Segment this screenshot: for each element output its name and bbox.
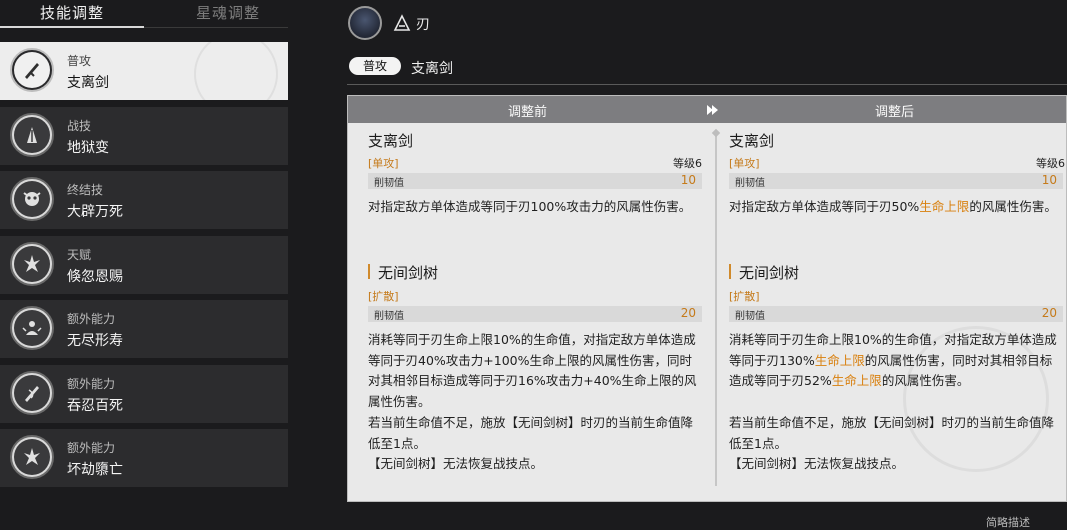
subskill-title: 无间剑树 bbox=[368, 262, 438, 283]
skill-name-label: 大辟万死 bbox=[67, 204, 123, 220]
toughness-label: 削韧值 bbox=[735, 311, 765, 322]
tab-eidolon-adjust[interactable]: 星魂调整 bbox=[196, 2, 260, 23]
subskill-note: 【无间剑树】无法恢复战技点。 bbox=[368, 456, 544, 471]
toughness-value: 10 bbox=[1041, 173, 1057, 187]
tab-skill-adjust[interactable]: 技能调整 bbox=[40, 2, 104, 23]
skill-type-label: 额外能力 bbox=[67, 312, 116, 326]
skill-title: 支离剑 bbox=[729, 132, 775, 150]
skill-name-label: 支离剑 bbox=[67, 75, 109, 91]
highlight-text: 生命上限 bbox=[814, 352, 865, 368]
toughness-row: 削韧值 10 bbox=[368, 173, 702, 189]
character-name: 刃 bbox=[416, 17, 430, 33]
skill-name-label: 倏忽恩赐 bbox=[67, 268, 123, 285]
skill-type-label: 额外能力 bbox=[67, 441, 116, 455]
skill-name-label: 地狱变 bbox=[67, 139, 109, 156]
subskill-header: 无间剑树 bbox=[723, 259, 1066, 285]
toughness-row: 削韧值 20 bbox=[729, 306, 1063, 322]
demon-mask-icon bbox=[10, 177, 54, 221]
skill-name-label: 坏劫隳亡 bbox=[67, 462, 123, 478]
toughness-value: 20 bbox=[1041, 306, 1057, 320]
talent-icon bbox=[10, 241, 54, 286]
trace-icon bbox=[10, 435, 54, 479]
header-divider bbox=[347, 84, 1067, 85]
skill-type-badge: 普攻 bbox=[349, 57, 401, 75]
attack-type-tag: [单攻] bbox=[368, 157, 399, 170]
character-avatar bbox=[348, 6, 382, 40]
toughness-value: 20 bbox=[680, 306, 696, 320]
skill-title: 支离剑 bbox=[368, 132, 414, 150]
attack-type-tag: [扩散] bbox=[368, 290, 399, 303]
active-tab-underline bbox=[0, 26, 144, 28]
toughness-row: 削韧值 20 bbox=[368, 306, 702, 322]
skill-item-talent[interactable]: 天赋 倏忽恩赐 bbox=[0, 235, 288, 294]
skill-type-label: 终结技 bbox=[67, 183, 104, 197]
skill-type-label: 额外能力 bbox=[67, 376, 116, 391]
comparison-panel: 调整前 调整后 支离剑 [单攻] 等级6 削韧值 10 对指定敌方单体造成等同于… bbox=[347, 95, 1067, 502]
description-text: 的风属性伤害。 bbox=[881, 373, 970, 388]
skill-tab-bar: 技能调整 星魂调整 bbox=[0, 0, 288, 30]
skill-description: 对指定敌方单体造成等同于刃100%攻击力的风属性伤害。 bbox=[368, 199, 692, 214]
skill-item-trace-1[interactable]: 额外能力 无尽形寿 bbox=[0, 300, 288, 358]
skill-type-label: 普攻 bbox=[67, 54, 92, 68]
skill-item-basic-attack[interactable]: 普攻 支离剑 bbox=[0, 42, 288, 100]
subskill-note: 若当前生命值不足，施放【无间剑树】时刃的当前生命值降低至1点。 bbox=[729, 415, 1055, 451]
highlight-text: 生命上限 bbox=[919, 199, 970, 214]
toughness-value: 10 bbox=[680, 173, 696, 187]
selected-skill-name: 支离剑 bbox=[411, 61, 453, 77]
subskill-note: 若当前生命值不足，施放【无间剑树】时刃的当前生命值降低至1点。 bbox=[368, 415, 694, 451]
tab-divider bbox=[144, 27, 288, 28]
skill-item-ultimate[interactable]: 终结技 大辟万死 bbox=[0, 171, 288, 229]
skill-level: 等级6 bbox=[673, 157, 702, 170]
skill-item-trace-2[interactable]: 额外能力 吞忍百死 bbox=[0, 364, 288, 423]
destruction-path-icon bbox=[393, 14, 411, 31]
skill-list: 普攻 支离剑 战技 地狱变 终结技 大辟万死 天赋 倏忽恩赐 额外能力 无尽形寿… bbox=[0, 42, 288, 494]
arrow-right-icon bbox=[707, 105, 718, 115]
toughness-row: 削韧值 10 bbox=[729, 173, 1063, 189]
skill-level: 等级6 bbox=[1036, 157, 1065, 170]
description-text: 的风属性伤害。 bbox=[969, 199, 1057, 214]
skill-name-label: 无尽形寿 bbox=[67, 333, 123, 349]
subskill-header: 无间剑树 bbox=[362, 259, 707, 285]
subskill-title: 无间剑树 bbox=[729, 262, 799, 283]
subskill-description: 消耗等同于刃生命上限10%的生命值，对指定敌方单体造成等同于刃40%攻击力+10… bbox=[368, 332, 697, 409]
highlight-text: 生命上限 bbox=[831, 373, 882, 388]
toughness-label: 削韧值 bbox=[735, 178, 765, 189]
sword-wrap-icon bbox=[10, 370, 54, 415]
skill-type-label: 战技 bbox=[67, 118, 92, 133]
subskill-description: 消耗等同于刃生命上限10%的生命值，对指定敌方单体造成等同于刃130%生命上限的… bbox=[729, 330, 1063, 392]
emblem-watermark bbox=[194, 42, 278, 100]
flame-blade-icon bbox=[10, 112, 54, 157]
column-divider bbox=[715, 136, 717, 486]
comparison-header: 调整前 调整后 bbox=[348, 96, 1066, 123]
before-label: 调整前 bbox=[508, 105, 548, 120]
attack-type-tag: [单攻] bbox=[729, 157, 760, 170]
after-label: 调整后 bbox=[875, 105, 915, 120]
sword-skill-icon bbox=[10, 48, 54, 92]
skill-item-trace-3[interactable]: 额外能力 坏劫隳亡 bbox=[0, 429, 288, 487]
skill-name-label: 吞忍百死 bbox=[67, 397, 123, 414]
brief-description-toggle[interactable]: 简略描述 bbox=[986, 514, 1030, 530]
toughness-label: 削韧值 bbox=[374, 178, 404, 189]
toughness-label: 削韧值 bbox=[374, 311, 404, 322]
description-text: 对指定敌方单体造成等同于刃50% bbox=[729, 199, 920, 214]
subskill-note: 【无间剑树】无法恢复战技点。 bbox=[729, 456, 905, 471]
attack-type-tag: [扩散] bbox=[729, 290, 760, 303]
skill-item-skill[interactable]: 战技 地狱变 bbox=[0, 106, 288, 165]
skill-type-label: 天赋 bbox=[67, 247, 92, 262]
skill-description: 对指定敌方单体造成等同于刃50%生命上限的风属性伤害。 bbox=[729, 197, 1063, 218]
figure-icon bbox=[10, 306, 54, 350]
